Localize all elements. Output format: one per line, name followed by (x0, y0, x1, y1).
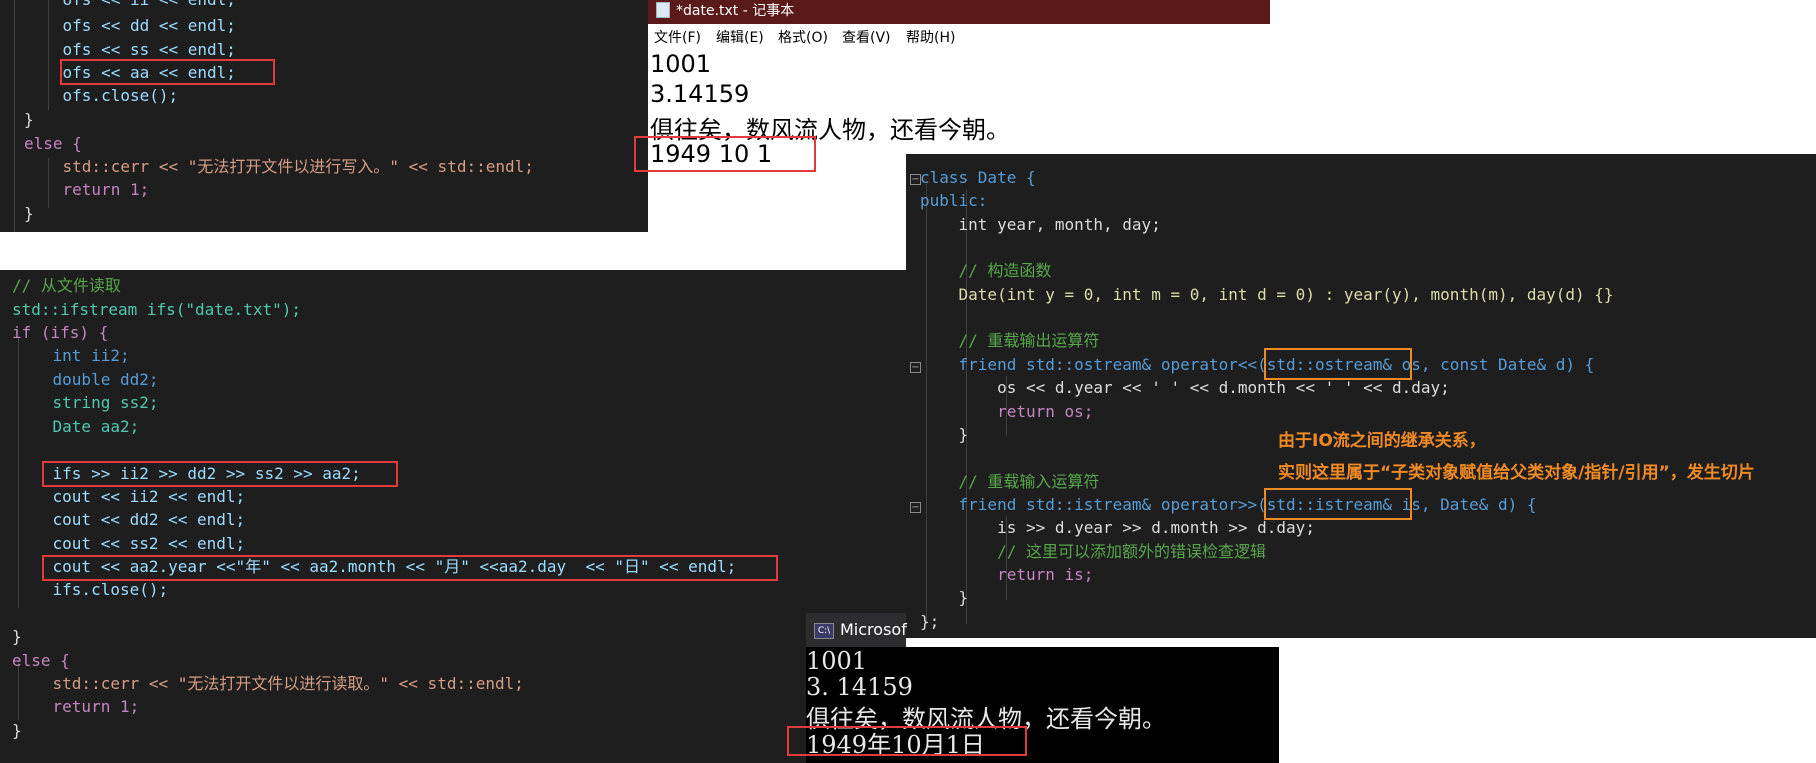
code-line: cout << ss2 << endl; (14, 534, 246, 553)
code-line: ofs << ss << endl; (24, 40, 236, 59)
code-line: ofs.close(); (24, 86, 179, 105)
code-line: std::cerr << "无法打开文件以进行读取。" << std::endl… (14, 674, 524, 693)
code-line: else { (12, 651, 70, 670)
highlight-box (634, 136, 816, 172)
menu-help[interactable]: 帮助(H) (906, 27, 955, 47)
notepad-line: 3.14159 (650, 80, 750, 108)
menu-view[interactable]: 查看(V) (842, 27, 891, 47)
code-line: // 从文件读取 (12, 276, 121, 295)
code-line: return 1; (24, 180, 150, 199)
highlight-box-ostream (1264, 348, 1412, 380)
code-line: friend std::ostream& operator<<(std::ost… (920, 355, 1595, 374)
code-line: // 构造函数 (920, 261, 1052, 280)
console-titlebar: C:\ Microsof (806, 613, 907, 647)
console-line: 1001 (806, 647, 868, 675)
console-icon: C:\ (814, 623, 834, 639)
code-line: Date aa2; (14, 417, 140, 436)
code-line: std::cerr << "无法打开文件以进行写入。" << std::endl… (24, 157, 534, 176)
notepad-title: *date.txt - 记事本 (676, 3, 795, 19)
code-line: string ss2; (14, 393, 159, 412)
code-line: else { (24, 134, 82, 153)
code-line: public: (920, 191, 988, 210)
code-line: double dd2; (14, 370, 159, 389)
highlight-box (60, 59, 275, 85)
code-line: } (12, 627, 22, 646)
code-line: // 这里可以添加额外的错误检查逻辑 (920, 542, 1266, 561)
code-line: ofs << ii << endl; (24, 0, 236, 11)
highlight-box (42, 461, 398, 487)
menu-file[interactable]: 文件(F) (654, 27, 701, 47)
code-line: }; (920, 612, 940, 631)
code-line: friend std::istream& operator>>(std::ist… (920, 495, 1537, 514)
code-editor-date-class: − − − class Date { public: int year, mon… (906, 154, 1816, 638)
code-line: ifs.close(); (14, 580, 169, 599)
annotation-line-2: 实则这里属于“子类对象赋值给父类对象/指针/引用”，发生切片 (1278, 463, 1755, 483)
code-line: cout << dd2 << endl; (14, 510, 246, 529)
code-line: } (24, 204, 34, 223)
code-line: } (12, 721, 22, 740)
code-editor-read: // 从文件读取 std::ifstream ifs("date.txt"); … (0, 270, 906, 763)
code-line: } (920, 425, 969, 444)
menu-edit[interactable]: 编辑(E) (716, 27, 764, 47)
notepad-menubar: 文件(F) 编辑(E) 格式(O) 查看(V) 帮助(H) (648, 24, 1270, 48)
code-line: Date(int y = 0, int m = 0, int d = 0) : … (920, 285, 1614, 304)
notepad-titlebar: *date.txt - 记事本 (648, 0, 1270, 24)
code-line: cout << ii2 << endl; (14, 487, 246, 506)
code-line: // 重载输出运算符 (920, 331, 1100, 350)
console-title: Microsof (840, 620, 907, 639)
annotation-line-1: 由于IO流之间的继承关系， (1278, 431, 1486, 451)
highlight-box-istream (1264, 488, 1412, 520)
code-line: return os; (920, 402, 1094, 421)
menu-format[interactable]: 格式(O) (778, 27, 828, 47)
code-line: return 1; (14, 697, 140, 716)
notepad-icon (656, 2, 670, 18)
code-line: ofs << dd << endl; (24, 16, 236, 35)
indent-guide (14, 0, 15, 232)
code-line: } (920, 588, 969, 607)
console-line: 3. 14159 (806, 673, 913, 701)
code-line: } (24, 110, 34, 129)
notepad-line: 1001 (650, 50, 712, 78)
code-line: if (ifs) { (12, 323, 109, 342)
code-line: // 重载输入运算符 (920, 472, 1100, 491)
code-line: std::ifstream ifs("date.txt"); (12, 300, 301, 319)
code-line: is >> d.year >> d.month >> d.day; (920, 518, 1315, 537)
code-line: class Date { (920, 168, 1036, 187)
highlight-box (787, 726, 1027, 756)
code-line: int year, month, day; (920, 215, 1161, 234)
code-line: return is; (920, 565, 1094, 584)
code-editor-write: ofs << ii << endl; ofs << dd << endl; of… (0, 0, 648, 232)
highlight-box (42, 555, 778, 581)
code-line: int ii2; (14, 346, 130, 365)
